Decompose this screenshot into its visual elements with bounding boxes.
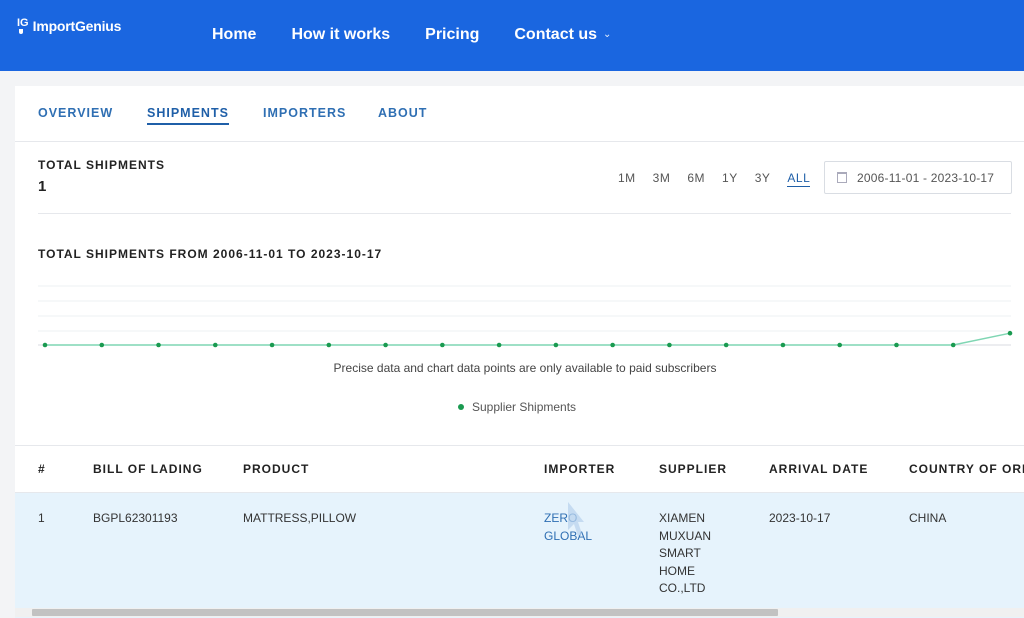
data-point[interactable]	[723, 342, 729, 348]
data-point[interactable]	[212, 342, 218, 348]
date-range-picker[interactable]: 2006-11-01 - 2023-10-17	[824, 161, 1012, 194]
chart-legend[interactable]: Supplier Shipments	[458, 400, 576, 414]
range-1y[interactable]: 1Y	[722, 171, 738, 187]
nav-how-it-works[interactable]: How it works	[291, 26, 390, 44]
data-point[interactable]	[667, 342, 672, 348]
col-header-country-of-origin: COUNTRY OF ORIGIN	[909, 462, 1024, 476]
data-point[interactable]	[156, 342, 161, 348]
mouse-cursor-icon	[568, 502, 584, 536]
tab-about[interactable]: ABOUT	[378, 106, 427, 120]
data-point[interactable]	[837, 342, 843, 348]
chart-title: TOTAL SHIPMENTS FROM 2006-11-01 TO 2023-…	[38, 247, 383, 261]
nav-contact-us[interactable]: Contact us ⌄	[514, 26, 611, 44]
series-line-supplier-shipments	[45, 332, 1011, 346]
logo-mark: IG	[17, 17, 29, 34]
cell-bill-of-lading: BGPL62301193	[93, 511, 178, 525]
cell-country-of-origin: CHINA	[909, 511, 947, 525]
shipments-table: # BILL OF LADING PRODUCT IMPORTER SUPPLI…	[15, 445, 1024, 618]
data-point[interactable]	[440, 342, 445, 348]
range-3y[interactable]: 3Y	[755, 171, 771, 187]
col-header-bill-of-lading: BILL OF LADING	[93, 462, 203, 476]
total-shipments-label: TOTAL SHIPMENTS	[38, 158, 166, 172]
legend-label: Supplier Shipments	[472, 400, 577, 414]
data-point[interactable]	[780, 342, 786, 348]
shipments-line-chart	[38, 285, 1013, 348]
data-point[interactable]	[269, 342, 275, 348]
table-header: # BILL OF LADING PRODUCT IMPORTER SUPPLI…	[15, 446, 1024, 493]
calendar-icon	[837, 172, 847, 183]
scrollbar-thumb[interactable]	[32, 609, 778, 616]
nav-home[interactable]: Home	[212, 26, 256, 44]
col-header-supplier: SUPPLIER	[659, 462, 728, 476]
date-range-text: 2006-11-01 - 2023-10-17	[857, 171, 995, 185]
col-header-arrival-date: ARRIVAL DATE	[769, 462, 869, 476]
divider	[38, 213, 1011, 214]
range-selector: 1M 3M 6M 1Y 3Y ALL	[618, 171, 827, 187]
col-header-product: PRODUCT	[243, 462, 310, 476]
col-header-importer: IMPORTER	[544, 462, 616, 476]
total-shipments-value: 1	[38, 178, 47, 195]
logo-text: ImportGenius	[32, 18, 122, 34]
cell-number: 1	[38, 511, 45, 525]
top-navigation-bar: IG ImportGenius Home How it works Pricin…	[0, 0, 1024, 71]
data-point[interactable]	[950, 342, 956, 348]
chart-subscriber-note: Precise data and chart data points are o…	[333, 361, 717, 375]
range-6m[interactable]: 6M	[687, 171, 705, 187]
data-point[interactable]	[553, 342, 559, 348]
nav-pricing[interactable]: Pricing	[425, 26, 479, 44]
importgenius-logo[interactable]: IG ImportGenius	[17, 18, 121, 34]
horizontal-scrollbar[interactable]	[15, 608, 1024, 617]
data-point[interactable]	[383, 342, 388, 348]
tab-importers[interactable]: IMPORTERS	[263, 106, 346, 120]
table-row[interactable]: 1 BGPL62301193 MATTRESS,PILLOW ZERO GLOB…	[15, 493, 1024, 618]
data-point[interactable]	[610, 342, 615, 348]
data-point[interactable]	[42, 342, 48, 348]
tab-bar: OVERVIEW SHIPMENTS IMPORTERS ABOUT	[15, 86, 1024, 142]
data-point[interactable]	[496, 342, 502, 348]
range-all[interactable]: ALL	[787, 171, 811, 187]
cell-product: MATTRESS,PILLOW	[243, 511, 357, 525]
col-header-number: #	[38, 462, 46, 476]
data-point[interactable]	[99, 342, 105, 348]
chevron-down-icon: ⌄	[603, 29, 612, 40]
tab-overview[interactable]: OVERVIEW	[38, 106, 113, 120]
cell-arrival-date: 2023-10-17	[769, 511, 831, 525]
legend-marker	[458, 404, 464, 410]
range-3m[interactable]: 3M	[653, 171, 671, 187]
main-nav: Home How it works Pricing Contact us ⌄	[212, 26, 646, 44]
content-panel: OVERVIEW SHIPMENTS IMPORTERS ABOUT TOTAL…	[15, 86, 1024, 618]
cell-supplier: XIAMEN MUXUAN SMART HOME CO.,LTD	[659, 511, 712, 595]
tab-shipments[interactable]: SHIPMENTS	[147, 106, 229, 125]
data-point[interactable]	[1007, 330, 1013, 336]
nav-contact-us-label: Contact us	[514, 26, 598, 43]
data-point[interactable]	[894, 342, 899, 348]
range-1m[interactable]: 1M	[618, 171, 636, 187]
data-point[interactable]	[326, 342, 332, 348]
